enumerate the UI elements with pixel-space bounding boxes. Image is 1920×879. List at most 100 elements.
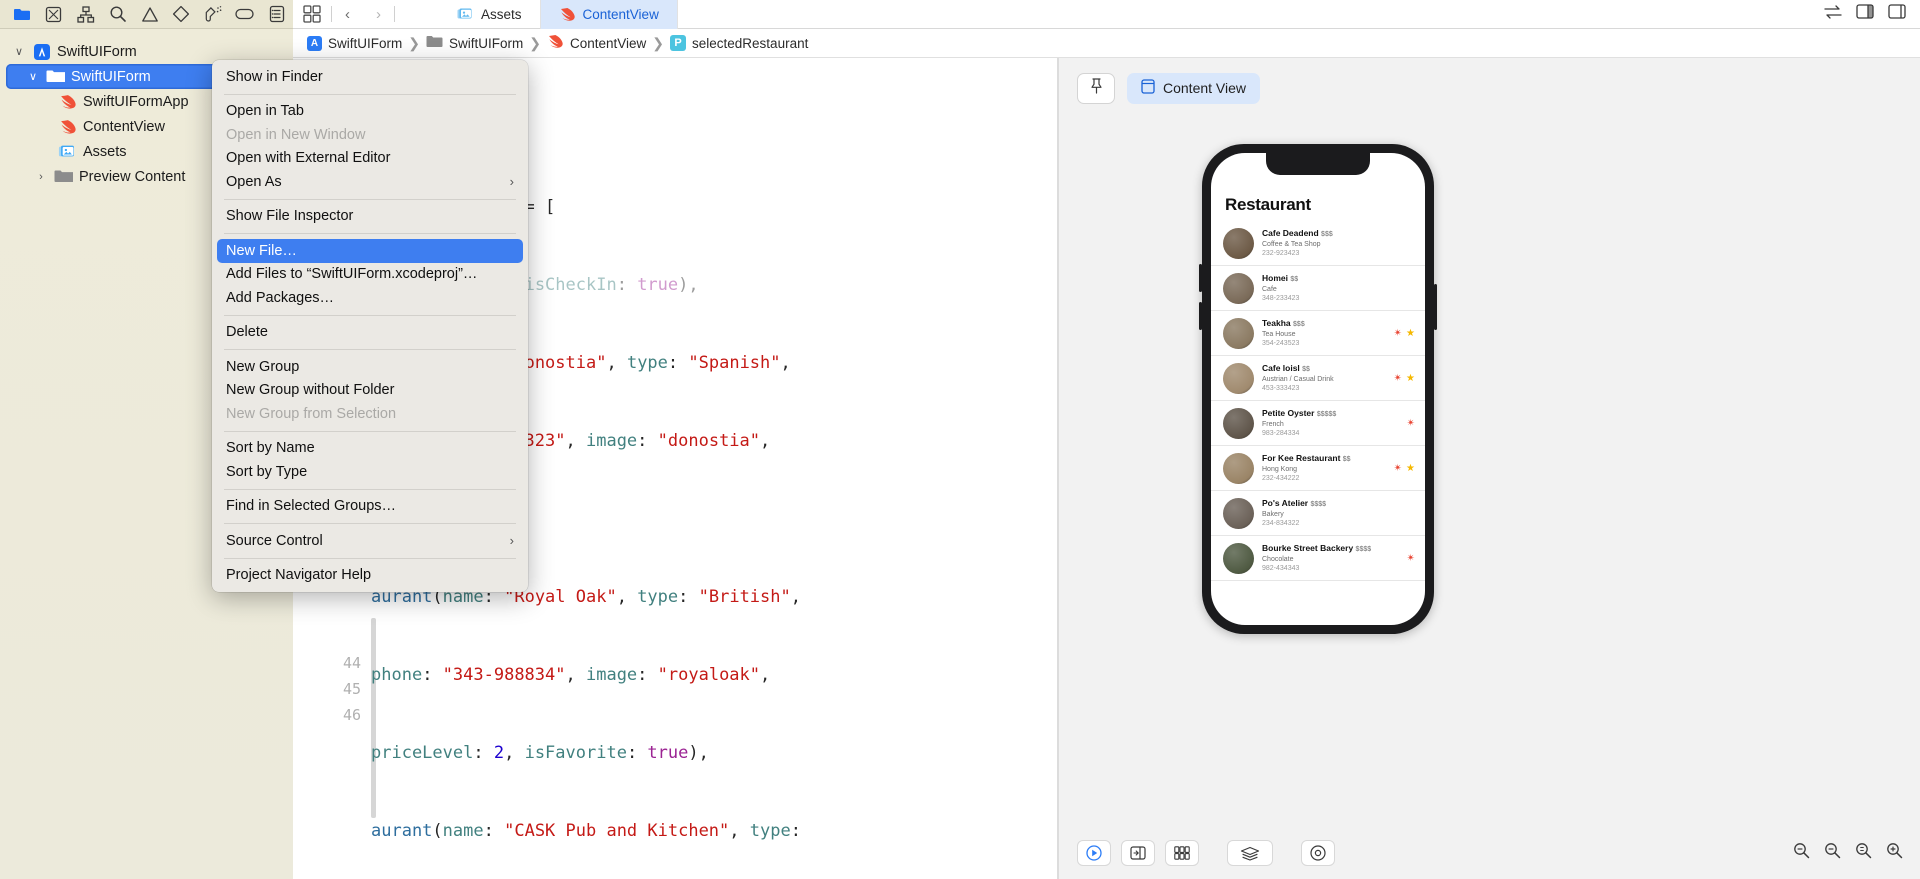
hierarchy-icon[interactable] bbox=[70, 0, 102, 29]
canvas-toolbar: Content View bbox=[1059, 58, 1920, 118]
menu-item-label: Source Control bbox=[226, 532, 323, 549]
restaurant-phone: 354-243523 bbox=[1262, 339, 1300, 347]
nav-label-5: Preview Content bbox=[79, 168, 186, 185]
swift-icon bbox=[559, 7, 576, 22]
menu-item[interactable]: New Group without Folder bbox=[212, 379, 528, 403]
volume-button-2 bbox=[1199, 302, 1202, 330]
breadcrumb-item-symbol[interactable]: P selectedRestaurant bbox=[666, 35, 812, 51]
restaurant-thumbnail bbox=[1223, 452, 1254, 484]
grid-icon[interactable] bbox=[293, 5, 331, 23]
restaurant-price-level: $$$$ bbox=[1355, 546, 1372, 554]
context-menu[interactable]: Show in Finder Open in Tab Open in New Win… bbox=[212, 60, 528, 592]
menu-item[interactable]: New Group bbox=[212, 355, 528, 379]
restaurant-row[interactable]: Petite Oyster $$$$$ French 983-284334 ✴ bbox=[1211, 401, 1425, 446]
menu-separator bbox=[224, 93, 516, 95]
pin-preview-button[interactable] bbox=[1077, 72, 1115, 104]
panel-icon[interactable] bbox=[1888, 4, 1906, 24]
zoom-out-icon[interactable] bbox=[1824, 842, 1841, 864]
pin-icon bbox=[1089, 77, 1104, 99]
breadcrumb-item-folder[interactable]: SwiftUIForm bbox=[422, 35, 527, 51]
inspector-icon[interactable] bbox=[1856, 4, 1874, 24]
menu-item[interactable]: Find in Selected Groups… bbox=[212, 495, 528, 519]
list-icon[interactable] bbox=[261, 0, 293, 29]
restaurant-row[interactable]: Homei $$ Cafe 348-233423 bbox=[1211, 266, 1425, 311]
breadcrumb-item-file[interactable]: ContentView bbox=[543, 34, 650, 52]
menu-item-label: Delete bbox=[226, 324, 268, 341]
search-icon[interactable] bbox=[102, 0, 134, 29]
restaurant-row[interactable]: Teakha $$$ Tea House 354-243523 ✴ ★ bbox=[1211, 311, 1425, 356]
inspect-group bbox=[1301, 840, 1335, 866]
zoom-100-icon[interactable] bbox=[1855, 842, 1872, 864]
breadcrumb-item-project[interactable]: A SwiftUIForm bbox=[303, 35, 406, 51]
back-button[interactable]: ‹ bbox=[332, 0, 363, 29]
zoom-fit-icon[interactable] bbox=[1793, 842, 1810, 864]
breakpoint-icon[interactable] bbox=[197, 0, 229, 29]
restaurant-name: For Kee Restaurant $$ bbox=[1262, 453, 1351, 464]
menu-item[interactable]: Project Navigator Help bbox=[212, 564, 528, 588]
restaurant-thumbnail bbox=[1223, 227, 1254, 259]
restaurant-row[interactable]: Cafe Deadend $$$ Coffee & Tea Shop 232-923… bbox=[1211, 221, 1425, 266]
play-button[interactable] bbox=[1077, 840, 1111, 866]
swap-icon[interactable] bbox=[1824, 4, 1842, 24]
restaurant-thumbnail bbox=[1223, 362, 1254, 394]
content-view-chip[interactable]: Content View bbox=[1127, 72, 1261, 104]
test-diamond-icon[interactable] bbox=[165, 0, 197, 29]
restaurant-info: Homei $$ Cafe 348-233423 bbox=[1262, 273, 1407, 303]
restaurant-price-level: $$ bbox=[1342, 456, 1351, 464]
menu-item-label: New Group from Selection bbox=[226, 405, 397, 422]
menu-item[interactable]: Add Packages… bbox=[212, 286, 528, 310]
code-line: phone: "343-988834", image: "royaloak", bbox=[371, 665, 771, 685]
checkin-icon: ✴ bbox=[1406, 417, 1415, 429]
zoom-controls bbox=[1793, 842, 1903, 864]
chevron-down-icon[interactable]: ∨ bbox=[26, 70, 40, 83]
restaurant-marks: ✴ ★ bbox=[1394, 328, 1417, 339]
preview-controls bbox=[1077, 840, 1199, 866]
zoom-in-icon[interactable] bbox=[1886, 842, 1903, 864]
report-icon[interactable] bbox=[229, 0, 261, 29]
menu-item[interactable]: Open As › bbox=[212, 170, 528, 194]
restaurant-type: Austrian / Casual Drink bbox=[1262, 375, 1334, 383]
swift-icon bbox=[58, 119, 77, 135]
restaurant-row[interactable]: Po's Atelier $$$$ Bakery 234-834322 bbox=[1211, 491, 1425, 536]
restaurant-row[interactable]: For Kee Restaurant $$ Hong Kong 232-434222… bbox=[1211, 446, 1425, 491]
restaurant-list[interactable]: Cafe Deadend $$$ Coffee & Tea Shop 232-923… bbox=[1211, 221, 1425, 581]
restaurant-row[interactable]: Bourke Street Backery $$$$ Chocolate 982-4… bbox=[1211, 536, 1425, 581]
chevron-right-icon[interactable]: › bbox=[34, 171, 48, 183]
restaurant-price-level: $$ bbox=[1290, 276, 1299, 284]
variants-button[interactable] bbox=[1165, 840, 1199, 866]
warning-icon[interactable] bbox=[134, 0, 166, 29]
tab-assets[interactable]: Assets bbox=[439, 0, 541, 29]
menu-item[interactable]: Open with External Editor bbox=[212, 147, 528, 171]
chevron-down-icon[interactable]: ∨ bbox=[12, 45, 26, 58]
restaurant-thumbnail bbox=[1223, 407, 1254, 439]
restaurant-row[interactable]: Cafe loisl $$ Austrian / Casual Drink 453-… bbox=[1211, 356, 1425, 401]
tab-contentview[interactable]: ContentView bbox=[540, 0, 678, 29]
menu-item-label: Open with External Editor bbox=[226, 150, 391, 167]
menu-item[interactable]: Sort by Name bbox=[212, 437, 528, 461]
nav-label-3: ContentView bbox=[83, 118, 165, 135]
restaurant-thumbnail bbox=[1223, 497, 1254, 529]
menu-item[interactable]: Delete bbox=[212, 321, 528, 345]
folder-icon[interactable] bbox=[6, 0, 38, 29]
restaurant-phone: 453-333423 bbox=[1262, 384, 1300, 392]
menu-item[interactable]: Add Files to “SwiftUIForm.xcodeproj”… bbox=[212, 263, 528, 287]
menu-item[interactable]: New File… bbox=[217, 239, 523, 263]
menu-item[interactable]: Open in Tab bbox=[212, 100, 528, 124]
inspect-button[interactable] bbox=[1301, 840, 1335, 866]
menu-item[interactable]: Sort by Type bbox=[212, 460, 528, 484]
menu-item[interactable]: Show File Inspector bbox=[212, 205, 528, 229]
source-control-icon[interactable] bbox=[38, 0, 70, 29]
assets-icon bbox=[457, 7, 474, 21]
forward-button[interactable]: › bbox=[363, 0, 394, 29]
restaurant-type: Coffee & Tea Shop bbox=[1262, 240, 1321, 248]
restaurant-name: Cafe loisl $$ bbox=[1262, 363, 1310, 374]
layers-button[interactable] bbox=[1227, 840, 1273, 866]
menu-item-label: Add Files to “SwiftUIForm.xcodeproj”… bbox=[226, 266, 478, 283]
menu-item[interactable]: Source Control › bbox=[212, 529, 528, 553]
preview-screen[interactable]: Restaurant Cafe Deadend $$$ Coffee & Tea … bbox=[1211, 153, 1425, 625]
menu-separator bbox=[224, 314, 516, 316]
menu-item[interactable]: Show in Finder bbox=[212, 65, 528, 89]
device-settings-button[interactable] bbox=[1121, 840, 1155, 866]
restaurant-type: Bakery bbox=[1262, 510, 1284, 518]
folder-icon bbox=[46, 69, 65, 84]
